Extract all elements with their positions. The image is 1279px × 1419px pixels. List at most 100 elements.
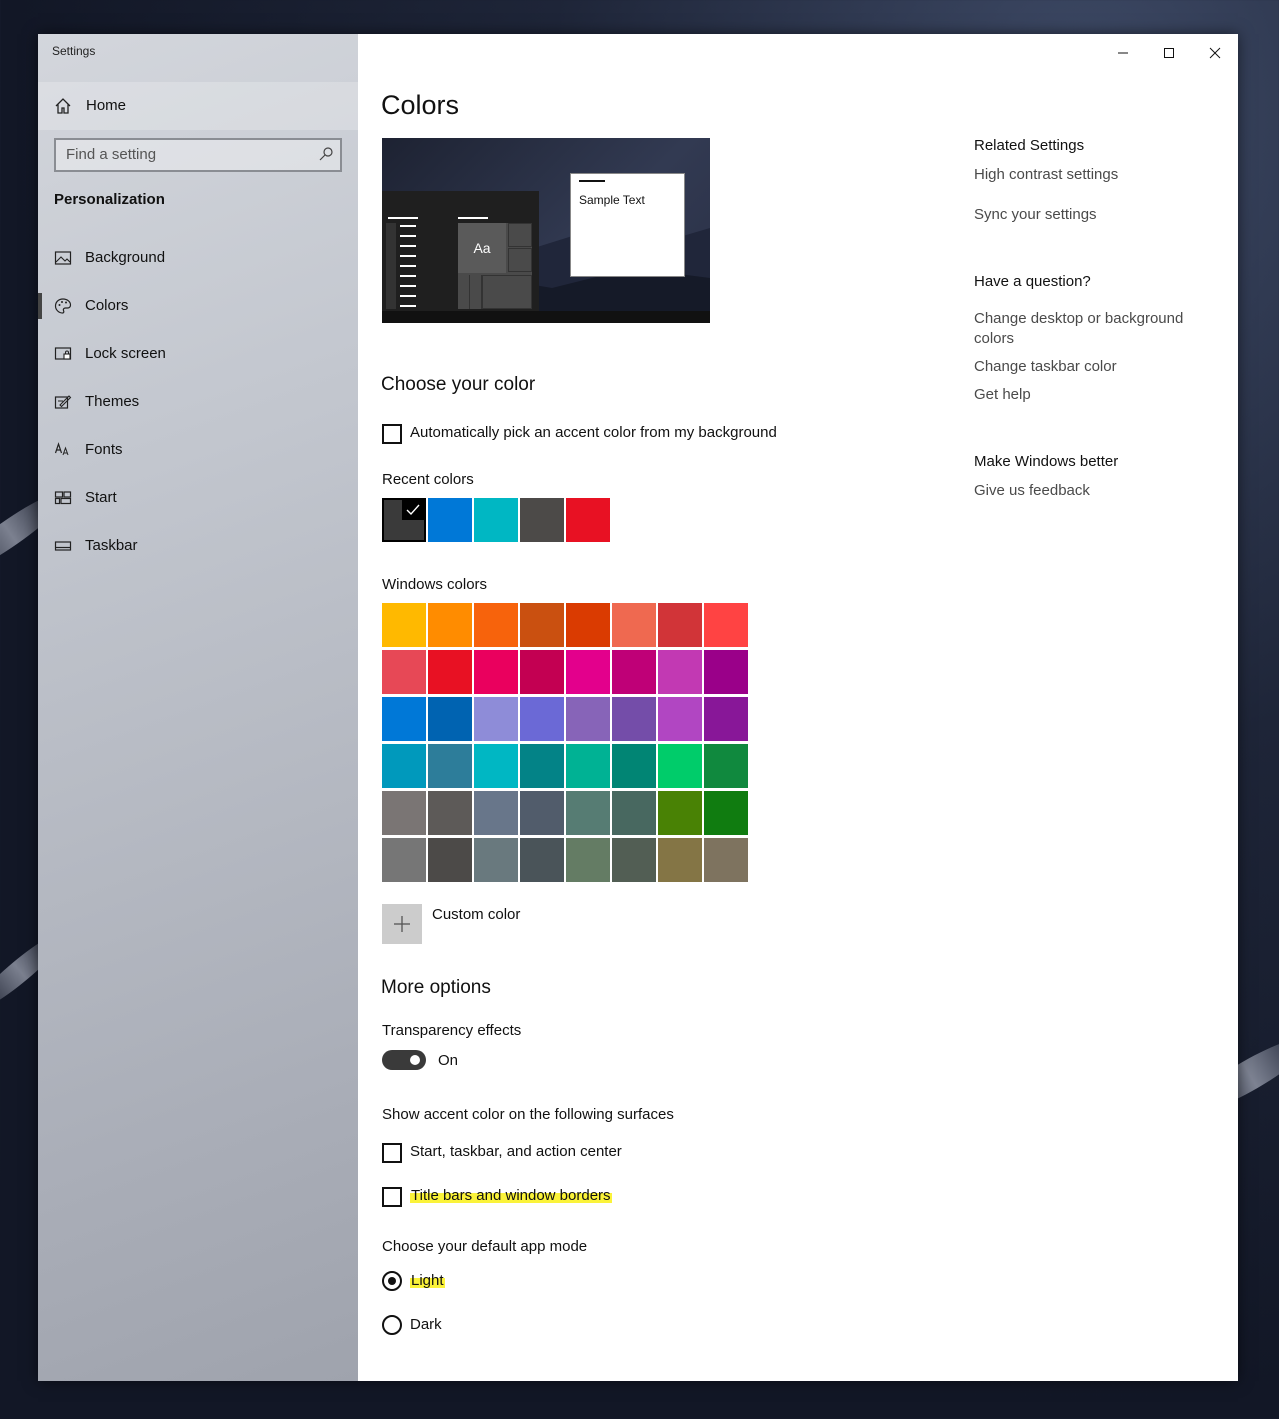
search-input[interactable] bbox=[56, 140, 316, 168]
windows-color-swatch[interactable] bbox=[520, 791, 564, 835]
home-button[interactable]: Home bbox=[38, 82, 358, 130]
palette-icon bbox=[54, 298, 72, 314]
windows-color-swatch[interactable] bbox=[566, 603, 610, 647]
windows-color-swatch[interactable] bbox=[520, 838, 564, 882]
windows-color-swatch[interactable] bbox=[658, 791, 702, 835]
windows-color-swatch[interactable] bbox=[382, 603, 426, 647]
checkmark-icon bbox=[402, 500, 424, 520]
windows-color-swatch[interactable] bbox=[704, 697, 748, 741]
windows-color-swatch[interactable] bbox=[612, 744, 656, 788]
sidebar-item-background[interactable]: Background bbox=[38, 234, 358, 282]
light-mode-radio[interactable] bbox=[382, 1271, 402, 1291]
windows-color-swatch[interactable] bbox=[474, 744, 518, 788]
get-help-link[interactable]: Get help bbox=[974, 385, 1214, 405]
windows-color-swatch[interactable] bbox=[474, 791, 518, 835]
recent-color-swatch[interactable] bbox=[428, 498, 472, 542]
windows-color-swatch[interactable] bbox=[566, 838, 610, 882]
windows-color-swatch[interactable] bbox=[474, 838, 518, 882]
windows-color-swatch[interactable] bbox=[382, 791, 426, 835]
preview-sample-text: Sample Text bbox=[579, 193, 645, 207]
windows-color-swatch[interactable] bbox=[428, 650, 472, 694]
sidebar: Settings Home Personalization Background bbox=[38, 34, 358, 1381]
transparency-label: Transparency effects bbox=[382, 1022, 522, 1039]
sidebar-item-lock-screen[interactable]: Lock screen bbox=[38, 330, 358, 378]
windows-color-swatch[interactable] bbox=[566, 697, 610, 741]
windows-color-swatch[interactable] bbox=[566, 791, 610, 835]
sync-settings-link[interactable]: Sync your settings bbox=[974, 205, 1214, 225]
windows-colors-label: Windows colors bbox=[382, 576, 488, 593]
search-icon[interactable] bbox=[318, 146, 334, 162]
windows-color-swatch[interactable] bbox=[612, 697, 656, 741]
windows-color-swatch[interactable] bbox=[474, 650, 518, 694]
sidebar-item-colors[interactable]: Colors bbox=[38, 282, 358, 330]
maximize-icon[interactable] bbox=[1146, 38, 1192, 68]
custom-color-label[interactable]: Custom color bbox=[432, 906, 520, 923]
auto-accent-checkbox[interactable] bbox=[382, 424, 402, 444]
windows-color-swatch[interactable] bbox=[658, 603, 702, 647]
fonts-icon bbox=[54, 442, 69, 456]
sidebar-section-title: Personalization bbox=[54, 191, 165, 208]
windows-color-swatch[interactable] bbox=[382, 650, 426, 694]
windows-color-swatch[interactable] bbox=[428, 603, 472, 647]
custom-color-button[interactable] bbox=[382, 904, 422, 944]
minimize-icon[interactable] bbox=[1100, 38, 1146, 68]
preview-start-menu: Aa bbox=[382, 191, 539, 311]
sidebar-item-taskbar[interactable]: Taskbar bbox=[38, 522, 358, 570]
windows-color-swatch[interactable] bbox=[474, 603, 518, 647]
windows-color-swatch[interactable] bbox=[520, 650, 564, 694]
more-options-heading: More options bbox=[381, 977, 491, 998]
search-box[interactable] bbox=[54, 138, 342, 172]
high-contrast-link[interactable]: High contrast settings bbox=[974, 165, 1214, 185]
windows-color-swatch[interactable] bbox=[520, 603, 564, 647]
windows-color-swatch[interactable] bbox=[428, 697, 472, 741]
sidebar-item-start[interactable]: Start bbox=[38, 474, 358, 522]
windows-color-swatch[interactable] bbox=[428, 838, 472, 882]
windows-color-swatch[interactable] bbox=[704, 838, 748, 882]
change-background-colors-link[interactable]: Change desktop or background colors bbox=[974, 309, 1214, 349]
light-mode-label: Light bbox=[410, 1272, 445, 1289]
recent-color-swatch[interactable] bbox=[474, 498, 518, 542]
preview-tile-text: Aa bbox=[458, 223, 506, 273]
lock-screen-icon bbox=[54, 347, 72, 360]
recent-colors-label: Recent colors bbox=[382, 471, 474, 488]
windows-color-swatch[interactable] bbox=[704, 791, 748, 835]
windows-color-swatch[interactable] bbox=[428, 744, 472, 788]
windows-color-swatch[interactable] bbox=[382, 838, 426, 882]
windows-color-swatch[interactable] bbox=[474, 697, 518, 741]
windows-color-swatch[interactable] bbox=[612, 791, 656, 835]
change-taskbar-color-link[interactable]: Change taskbar color bbox=[974, 357, 1214, 377]
plus-icon bbox=[394, 916, 410, 932]
windows-color-swatch[interactable] bbox=[382, 697, 426, 741]
windows-color-swatch[interactable] bbox=[382, 744, 426, 788]
start-taskbar-checkbox[interactable] bbox=[382, 1143, 402, 1163]
sidebar-item-label: Themes bbox=[85, 393, 140, 410]
recent-color-swatch[interactable] bbox=[566, 498, 610, 542]
transparency-toggle[interactable] bbox=[382, 1050, 426, 1070]
recent-color-swatch[interactable] bbox=[520, 498, 564, 542]
color-preview: Aa Sample Text bbox=[382, 138, 710, 323]
windows-color-swatch[interactable] bbox=[704, 603, 748, 647]
sidebar-item-label: Start bbox=[85, 489, 117, 506]
windows-color-swatch[interactable] bbox=[520, 744, 564, 788]
windows-color-swatch[interactable] bbox=[658, 838, 702, 882]
sidebar-item-fonts[interactable]: Fonts bbox=[38, 426, 358, 474]
windows-color-swatch[interactable] bbox=[612, 838, 656, 882]
close-icon[interactable] bbox=[1192, 38, 1238, 68]
windows-color-swatch[interactable] bbox=[704, 650, 748, 694]
sidebar-item-label: Lock screen bbox=[85, 345, 166, 362]
windows-color-swatch[interactable] bbox=[612, 603, 656, 647]
windows-color-swatch[interactable] bbox=[612, 650, 656, 694]
dark-mode-radio[interactable] bbox=[382, 1315, 402, 1335]
windows-color-swatch[interactable] bbox=[566, 744, 610, 788]
windows-color-swatch[interactable] bbox=[658, 744, 702, 788]
title-bars-checkbox[interactable] bbox=[382, 1187, 402, 1207]
windows-color-swatch[interactable] bbox=[658, 650, 702, 694]
windows-color-swatch[interactable] bbox=[566, 650, 610, 694]
feedback-link[interactable]: Give us feedback bbox=[974, 481, 1214, 501]
windows-color-swatch[interactable] bbox=[428, 791, 472, 835]
windows-color-swatch[interactable] bbox=[658, 697, 702, 741]
recent-color-swatch-selected[interactable] bbox=[382, 498, 426, 542]
sidebar-item-themes[interactable]: Themes bbox=[38, 378, 358, 426]
windows-color-swatch[interactable] bbox=[520, 697, 564, 741]
windows-color-swatch[interactable] bbox=[704, 744, 748, 788]
